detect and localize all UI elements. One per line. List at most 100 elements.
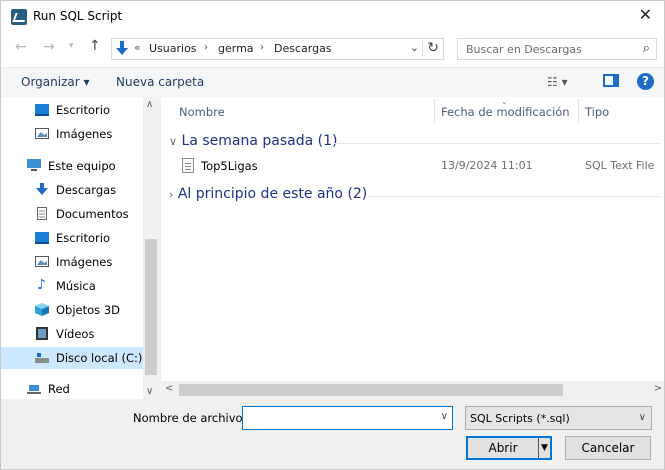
scrollbar-thumb[interactable]: [179, 384, 563, 396]
preview-pane-icon[interactable]: [603, 74, 619, 87]
file-list: ⌄ Nombre Fecha de modificación Tipo ∨ La…: [161, 97, 664, 399]
nav-scrollbar[interactable]: ∧ ∨: [143, 97, 159, 399]
app-icon: [11, 9, 27, 25]
address-bar[interactable]: « Usuarios › germa › Descargas ⌄ ↻: [111, 38, 444, 60]
address-row: ← → ▾ ↑ « Usuarios › germa › Descargas ⌄…: [1, 31, 664, 67]
nav-item-imagenes[interactable]: Imágenes: [1, 123, 143, 145]
column-header-type[interactable]: Tipo: [585, 105, 609, 119]
recent-locations-chevron-icon[interactable]: ▾: [69, 41, 74, 51]
nav-item-imagenes-2[interactable]: Imágenes: [1, 251, 143, 273]
nav-item-label: Escritorio: [56, 103, 111, 117]
pictures-icon: [35, 128, 49, 139]
file-list-hscrollbar[interactable]: < >: [161, 381, 664, 399]
nav-item-musica[interactable]: ♪ Música: [1, 275, 143, 297]
chevron-right-icon: ›: [169, 188, 174, 201]
nav-item-label: Vídeos: [56, 327, 95, 341]
new-folder-button[interactable]: Nueva carpeta: [116, 75, 204, 89]
sql-file-icon: [182, 158, 194, 173]
nav-item-escritorio[interactable]: Escritorio: [1, 99, 143, 121]
file-type: SQL Text File: [585, 159, 655, 172]
column-divider[interactable]: [578, 99, 579, 123]
file-type-select[interactable]: SQL Scripts (*.sql) ∨: [465, 406, 652, 430]
filename-input[interactable]: ∨: [242, 406, 453, 430]
file-date: 13/9/2024 11:01: [441, 159, 533, 172]
column-header-date[interactable]: Fecha de modificación: [441, 105, 570, 119]
nav-item-label: Descargas: [56, 183, 117, 197]
group-header-last-week[interactable]: ∨ La semana pasada (1): [169, 133, 337, 149]
drive-icon: [35, 353, 49, 363]
nav-item-red[interactable]: Red: [1, 378, 143, 400]
nav-item-descargas[interactable]: Descargas: [1, 179, 143, 201]
file-name: Top5Ligas: [201, 159, 258, 173]
chevron-down-icon[interactable]: ⌄: [410, 41, 419, 54]
chevron-down-icon[interactable]: ∨: [441, 411, 448, 422]
open-label: Abrir: [488, 441, 518, 455]
nav-item-objetos-3d[interactable]: Objetos 3D: [1, 299, 143, 321]
desktop-icon: [35, 232, 49, 244]
command-toolbar: Organizar ▾ Nueva carpeta ☷ ▾ ?: [1, 67, 664, 97]
column-header-name[interactable]: Nombre: [179, 105, 225, 119]
chevron-right-icon[interactable]: ›: [204, 42, 208, 53]
open-button[interactable]: Abrir ▼: [466, 436, 552, 460]
nav-item-label: Imágenes: [56, 127, 113, 141]
nav-item-label: Imágenes: [56, 255, 113, 269]
scroll-left-icon[interactable]: <: [165, 383, 173, 394]
chevron-down-icon: ∨: [169, 135, 178, 148]
window-title: Run SQL Script: [33, 9, 123, 23]
network-icon: [27, 385, 41, 394]
nav-item-label: Documentos: [56, 207, 129, 221]
desktop-icon: [35, 104, 49, 116]
nav-item-documentos[interactable]: Documentos: [1, 203, 143, 225]
run-sql-script-dialog: Run SQL Script ✕ ← → ▾ ↑ « Usuarios › ge…: [0, 0, 665, 470]
view-options-icon[interactable]: ☷ ▾: [547, 75, 568, 89]
refresh-icon[interactable]: ↻: [422, 40, 439, 56]
organize-button[interactable]: Organizar ▾: [21, 75, 90, 89]
computer-icon: [27, 159, 41, 171]
close-icon[interactable]: ✕: [639, 6, 652, 24]
pictures-icon: [35, 256, 49, 267]
chevron-down-icon[interactable]: ▼: [541, 438, 548, 458]
breadcrumb-germa[interactable]: germa: [218, 42, 254, 55]
up-arrow-icon[interactable]: ↑: [89, 38, 101, 54]
group-header-earlier-this-year[interactable]: › Al principio de este año (2): [169, 186, 367, 202]
search-input[interactable]: Buscar en Descargas ⌕: [457, 38, 657, 60]
group-divider: [369, 196, 661, 197]
scroll-up-icon[interactable]: ∧: [146, 99, 153, 110]
scroll-down-icon[interactable]: ∨: [146, 386, 153, 397]
videos-icon: [36, 327, 48, 340]
scroll-right-icon[interactable]: >: [654, 383, 662, 394]
nav-item-label: Red: [48, 382, 70, 396]
chevron-right-icon[interactable]: ›: [260, 42, 264, 53]
documents-icon: [37, 207, 47, 220]
nav-item-label: Este equipo: [48, 159, 116, 173]
group-label: La semana pasada (1): [181, 133, 338, 149]
group-divider: [333, 143, 661, 144]
nav-item-label: Escritorio: [56, 231, 111, 245]
back-arrow-icon[interactable]: ←: [15, 39, 27, 55]
objects3d-icon: [35, 303, 49, 316]
nav-item-videos[interactable]: Vídeos: [1, 323, 143, 345]
cancel-button[interactable]: Cancelar: [565, 436, 651, 460]
help-icon[interactable]: ?: [637, 73, 654, 90]
search-icon[interactable]: ⌕: [643, 41, 650, 56]
forward-arrow-icon[interactable]: →: [43, 39, 55, 55]
column-divider[interactable]: [434, 99, 435, 123]
title-bar: Run SQL Script ✕: [1, 1, 664, 31]
nav-item-este-equipo[interactable]: Este equipo: [1, 155, 143, 177]
navigation-pane: Escritorio Imágenes Este equipo Descarga…: [1, 97, 159, 399]
search-placeholder: Buscar en Descargas: [466, 43, 582, 56]
scrollbar-thumb[interactable]: [145, 239, 157, 375]
overflow-chevron[interactable]: «: [134, 41, 141, 54]
group-label: Al principio de este año (2): [177, 186, 368, 202]
download-icon: [36, 183, 48, 195]
dialog-footer: Nombre de archivo: ∨ SQL Scripts (*.sql)…: [1, 399, 664, 469]
breadcrumb-descargas[interactable]: Descargas: [274, 42, 332, 55]
nav-item-disco-local[interactable]: Disco local (C:): [1, 347, 143, 369]
file-row[interactable]: Top5Ligas 13/9/2024 11:01 SQL Text File: [179, 155, 664, 177]
nav-item-label: Disco local (C:): [56, 351, 143, 365]
chevron-down-icon[interactable]: ∨: [639, 412, 646, 423]
split-divider: [538, 438, 539, 458]
breadcrumb-usuarios[interactable]: Usuarios: [149, 42, 197, 55]
music-icon: ♪: [37, 277, 46, 293]
nav-item-escritorio-2[interactable]: Escritorio: [1, 227, 143, 249]
